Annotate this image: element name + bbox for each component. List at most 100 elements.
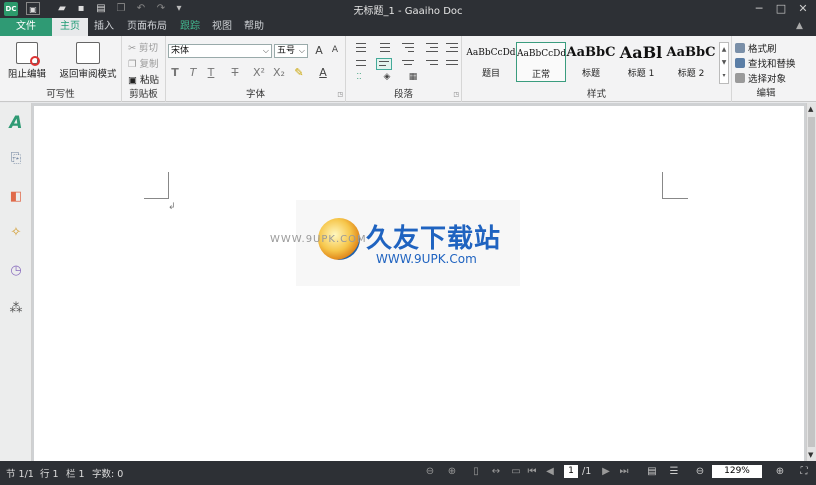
style-heading[interactable]: AaBbC 标题: [566, 42, 616, 82]
cut-button[interactable]: ✂ 剪切: [128, 40, 158, 54]
paragraph-spacing-icon[interactable]: ⁚⁚: [352, 72, 366, 81]
zoom-out-icon[interactable]: ⊖: [694, 466, 706, 478]
scroll-down-icon[interactable]: ▼: [808, 451, 813, 459]
shape-icon[interactable]: ◧: [6, 187, 26, 207]
app-window: DC ▣ ▰ ▪ ▤ ❐ ↶ ↷ ▾ 无标题_1 - Gaaiho Doc ─ …: [0, 0, 816, 485]
format-painter-button[interactable]: 格式刷: [735, 41, 777, 55]
tab-insert[interactable]: 插入: [88, 18, 120, 36]
find-replace-button[interactable]: 查找和替换: [735, 56, 796, 70]
select-object-button[interactable]: 选择对象: [735, 71, 786, 85]
document-search-icon[interactable]: ⎘: [6, 149, 26, 169]
dialog-launcher-icon[interactable]: ◳: [337, 91, 343, 98]
decrease-indent-icon[interactable]: [424, 42, 440, 54]
copy-label: 复制: [139, 59, 159, 70]
highlight-icon[interactable]: ✎: [292, 66, 306, 79]
group-styles-label: 样式: [586, 89, 606, 100]
multilevel-list-icon[interactable]: [400, 42, 416, 54]
next-page-icon[interactable]: ▶: [600, 466, 612, 478]
font-size-value: 五号: [277, 46, 296, 56]
tab-page-layout[interactable]: 页面布局: [120, 18, 174, 36]
continuous-icon[interactable]: ☰: [668, 466, 680, 478]
superscript-icon[interactable]: X²: [252, 66, 266, 79]
styles-scroll[interactable]: ▲ ▼ ▾: [719, 42, 729, 84]
style-name: 正常: [531, 70, 550, 80]
zoom-level-input[interactable]: 129%: [712, 465, 762, 478]
group-font: 宋体 ⌵ 五号 ⌵ A A T T T T X² X₂ ✎ A 字体 ◳: [166, 36, 346, 102]
style-title[interactable]: AaBbCcDd 题目: [466, 42, 516, 82]
chevron-down-icon: ⌵: [262, 46, 269, 55]
font-color-icon[interactable]: A: [316, 66, 330, 79]
style-heading-1[interactable]: AaBl 标题 1: [616, 42, 666, 82]
tab-file[interactable]: 文件: [0, 18, 52, 36]
font-size-select[interactable]: 五号 ⌵: [274, 44, 308, 58]
maximize-icon[interactable]: □: [770, 0, 792, 18]
borders-icon[interactable]: ▦: [406, 72, 420, 82]
zoom-in-icon[interactable]: ⊕: [774, 466, 786, 478]
align-left-icon[interactable]: [376, 58, 392, 70]
dialog-launcher-icon[interactable]: ◳: [453, 91, 459, 98]
magic-wand-icon[interactable]: ✧: [6, 223, 26, 243]
increase-indent-icon[interactable]: [444, 42, 460, 54]
hierarchy-icon[interactable]: ⁂: [6, 299, 26, 319]
copy-button[interactable]: ❐ 复制: [128, 56, 159, 70]
minimize-icon[interactable]: ─: [748, 0, 770, 18]
block-edit-button[interactable]: 阻止编辑: [6, 42, 48, 80]
first-page-icon[interactable]: ⏮: [526, 466, 538, 478]
history-icon[interactable]: ◷: [6, 261, 26, 281]
style-heading-2[interactable]: AaBbC 标题 2: [666, 42, 716, 82]
scroll-thumb[interactable]: [808, 117, 815, 447]
grow-font-icon[interactable]: A: [312, 44, 326, 57]
line-spacing-icon[interactable]: [352, 58, 368, 70]
style-name: 标题 1: [627, 69, 655, 79]
binoculars-icon: [735, 58, 745, 68]
fit-page-icon[interactable]: ▤: [646, 466, 658, 478]
facing-pages-icon[interactable]: ▭: [510, 466, 522, 478]
tab-help[interactable]: 帮助: [238, 18, 270, 36]
text-style-icon[interactable]: A: [6, 113, 26, 133]
left-toolbar: A ⎘ ◧ ✧ ◷ ⁂: [0, 103, 32, 461]
numbering-icon[interactable]: [376, 42, 392, 54]
vertical-scrollbar[interactable]: ▲ ▼: [806, 103, 816, 461]
group-editing-label: 编辑: [756, 88, 776, 99]
close-icon[interactable]: ✕: [792, 0, 814, 18]
zoom-in-page-icon[interactable]: ⊕: [446, 466, 458, 478]
crop-mark-right: [662, 172, 663, 198]
font-name-select[interactable]: 宋体 ⌵: [168, 44, 272, 58]
tab-tracking[interactable]: 跟踪: [174, 18, 206, 36]
single-page-icon[interactable]: ▯: [470, 466, 482, 478]
group-paragraph: ⁚⁚ ◈ ▦ 段落 ◳: [346, 36, 462, 102]
italic-icon[interactable]: T: [186, 66, 200, 79]
collapse-ribbon-icon[interactable]: ▲: [796, 21, 803, 31]
shading-icon[interactable]: ◈: [380, 72, 394, 82]
window-title: 无标题_1 - Gaaiho Doc: [353, 6, 463, 17]
status-bar: 节 1/1 行 1 栏 1 字数: 0 ⊖ ⊕ ▯ ↔ ▭ ⏮ ◀ 1 /1 ▶…: [0, 461, 816, 485]
zoom-out-page-icon[interactable]: ⊖: [424, 466, 436, 478]
paste-button[interactable]: ▣ 粘贴: [128, 72, 159, 86]
underline-icon[interactable]: T: [204, 66, 218, 79]
subscript-icon[interactable]: X₂: [272, 66, 286, 79]
page-number-input[interactable]: 1: [564, 465, 578, 478]
shrink-font-icon[interactable]: A: [328, 45, 342, 55]
style-normal[interactable]: AaBbCcDd 正常: [516, 42, 566, 82]
style-name: 标题 2: [677, 69, 705, 79]
style-name: 标题: [581, 69, 600, 79]
fit-width-icon[interactable]: ↔: [490, 466, 502, 478]
strikethrough-icon[interactable]: T: [228, 66, 242, 79]
scroll-up-icon[interactable]: ▲: [808, 105, 813, 113]
prev-page-icon[interactable]: ◀: [544, 466, 556, 478]
crop-mark-left: [168, 172, 169, 198]
tab-view[interactable]: 视图: [206, 18, 238, 36]
tab-home[interactable]: 主页: [52, 18, 88, 36]
back-review-label: 返回审阅模式: [59, 69, 117, 80]
align-center-icon[interactable]: [400, 58, 416, 70]
align-right-icon[interactable]: [424, 58, 440, 70]
status-row: 行 1: [40, 469, 59, 480]
bold-icon[interactable]: T: [168, 66, 182, 79]
fullscreen-icon[interactable]: ⛶: [798, 466, 810, 478]
back-review-button[interactable]: 返回审阅模式: [56, 42, 120, 80]
justify-icon[interactable]: [444, 58, 460, 70]
bullets-icon[interactable]: [352, 42, 368, 54]
crop-mark-right-h: [662, 198, 688, 199]
style-name: 题目: [481, 69, 500, 79]
last-page-icon[interactable]: ⏭: [618, 466, 630, 478]
